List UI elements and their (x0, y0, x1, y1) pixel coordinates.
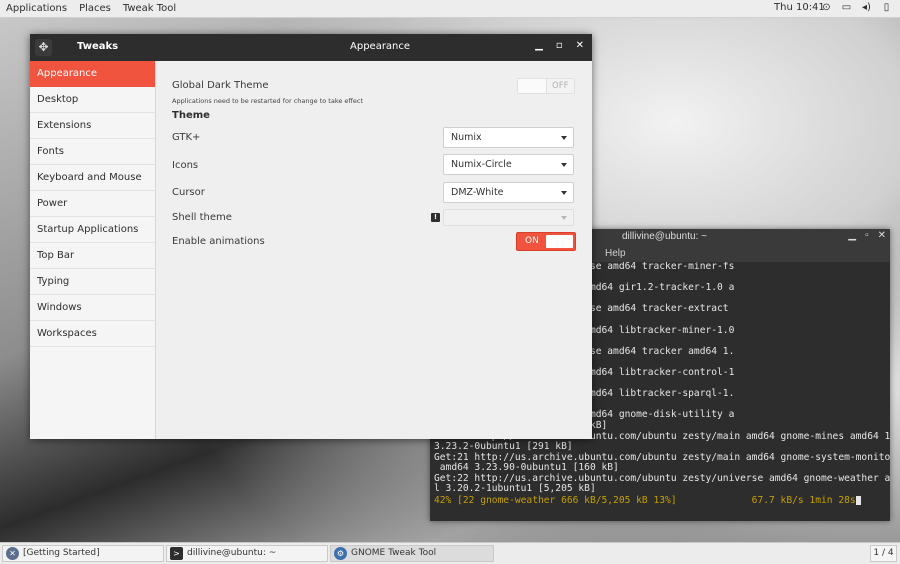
sidebar-item-windows[interactable]: Windows (30, 295, 155, 321)
shell-theme-label: Shell theme (172, 212, 232, 223)
sidebar-item-power[interactable]: Power (30, 191, 155, 217)
workspace-indicator[interactable]: 1 / 4 (870, 545, 897, 562)
sidebar-item-appearance[interactable]: Appearance (30, 61, 155, 87)
maximize-icon[interactable]: ▫ (556, 40, 563, 51)
tweaks-app-icon[interactable]: ✥ (35, 39, 52, 56)
theme-section-title: Theme (172, 110, 210, 121)
screen-icon[interactable]: ▭ (841, 2, 852, 13)
cursor-label: Cursor (172, 187, 205, 198)
icons-label: Icons (172, 160, 199, 171)
global-dark-theme-switch[interactable]: OFF (517, 78, 575, 94)
sidebar-item-typing[interactable]: Typing (30, 269, 155, 295)
task-terminal[interactable]: > dillivine@ubuntu: ~ (166, 545, 328, 562)
switch-knob (546, 235, 573, 248)
help-icon: ✕ (6, 547, 19, 560)
minimize-icon[interactable]: ▁ (848, 230, 856, 241)
cursor-theme-value: DMZ-White (451, 187, 504, 198)
places-menu[interactable]: Places (73, 3, 117, 14)
maximize-icon[interactable]: ▫ (865, 230, 869, 241)
page-title: Appearance (350, 41, 411, 52)
close-icon[interactable]: ✕ (878, 230, 886, 241)
clock[interactable]: Thu 10:41 (774, 2, 825, 13)
window-list-bar: ✕ [Getting Started] > dillivine@ubuntu: … (0, 542, 900, 564)
appearance-panel: Global Dark Theme Applications need to b… (156, 61, 592, 439)
chevron-down-icon (561, 136, 567, 140)
tweaks-window[interactable]: ✥ Tweaks Appearance ▁ ▫ ✕ Appearance Desk… (30, 34, 592, 439)
switch-knob (518, 79, 547, 93)
task-getting-started[interactable]: ✕ [Getting Started] (2, 545, 164, 562)
sidebar-item-desktop[interactable]: Desktop (30, 87, 155, 113)
applications-menu[interactable]: Applications (0, 3, 73, 14)
chevron-down-icon (561, 163, 567, 167)
terminal-line: l 3.20.2-1ubuntu1 [5,205 kB] (434, 483, 596, 495)
network-icon[interactable]: ⊙ (821, 2, 832, 13)
close-icon[interactable]: ✕ (576, 40, 584, 51)
icons-theme-value: Numix-Circle (451, 159, 512, 170)
global-dark-theme-label: Global Dark Theme (172, 80, 269, 91)
chevron-down-icon (561, 191, 567, 195)
tweaks-sidebar: Appearance Desktop Extensions Fonts Keyboard… (30, 61, 156, 439)
battery-icon[interactable]: ▯ (881, 2, 892, 13)
gtk-label: GTK+ (172, 132, 201, 143)
chevron-down-icon (561, 216, 567, 220)
restart-hint: Applications need to be restarted for ch… (172, 97, 364, 105)
app-menu[interactable]: Tweak Tool (117, 3, 182, 14)
gtk-theme-value: Numix (451, 132, 482, 143)
shell-theme-dropdown (443, 209, 574, 226)
task-label: dillivine@ubuntu: ~ (187, 548, 277, 558)
system-tray[interactable]: ⊙ ▭ ◂) ▯ (821, 2, 892, 13)
top-bar: Applications Places Tweak Tool Thu 10:41… (0, 0, 900, 18)
terminal-cursor (855, 495, 861, 505)
download-progress-text: 42% [22 gnome-weather 666 kB/5,205 kB 13… (434, 495, 856, 507)
sidebar-item-extensions[interactable]: Extensions (30, 113, 155, 139)
switch-state: ON (525, 236, 539, 246)
app-name: Tweaks (77, 41, 119, 52)
sidebar-item-keyboard-and-mouse[interactable]: Keyboard and Mouse (30, 165, 155, 191)
enable-animations-label: Enable animations (172, 236, 265, 247)
tweaks-headerbar[interactable]: ✥ Tweaks Appearance ▁ ▫ ✕ (30, 34, 592, 61)
sidebar-item-fonts[interactable]: Fonts (30, 139, 155, 165)
tweak-tool-icon: ⚙ (334, 547, 347, 560)
task-tweak-tool[interactable]: ⚙ GNOME Tweak Tool (330, 545, 494, 562)
icons-theme-dropdown[interactable]: Numix-Circle (443, 154, 574, 175)
terminal-title: dillivine@ubuntu: ~ (622, 231, 707, 242)
minimize-icon[interactable]: ▁ (535, 40, 543, 51)
help-menu[interactable]: Help (605, 248, 626, 259)
sidebar-item-startup-applications[interactable]: Startup Applications (30, 217, 155, 243)
volume-icon[interactable]: ◂) (861, 2, 872, 13)
sidebar-item-workspaces[interactable]: Workspaces (30, 321, 155, 347)
warning-icon[interactable]: ! (431, 213, 440, 222)
download-progress-line: 42% [22 gnome-weather 666 kB/5,205 kB 13… (434, 495, 890, 506)
sidebar-item-top-bar[interactable]: Top Bar (30, 243, 155, 269)
enable-animations-switch[interactable]: ON (516, 232, 576, 251)
switch-state: OFF (552, 81, 569, 91)
cursor-theme-dropdown[interactable]: DMZ-White (443, 182, 574, 203)
gtk-theme-dropdown[interactable]: Numix (443, 127, 574, 148)
task-label: GNOME Tweak Tool (351, 548, 437, 558)
terminal-icon: > (170, 547, 183, 560)
task-label: [Getting Started] (23, 548, 100, 558)
